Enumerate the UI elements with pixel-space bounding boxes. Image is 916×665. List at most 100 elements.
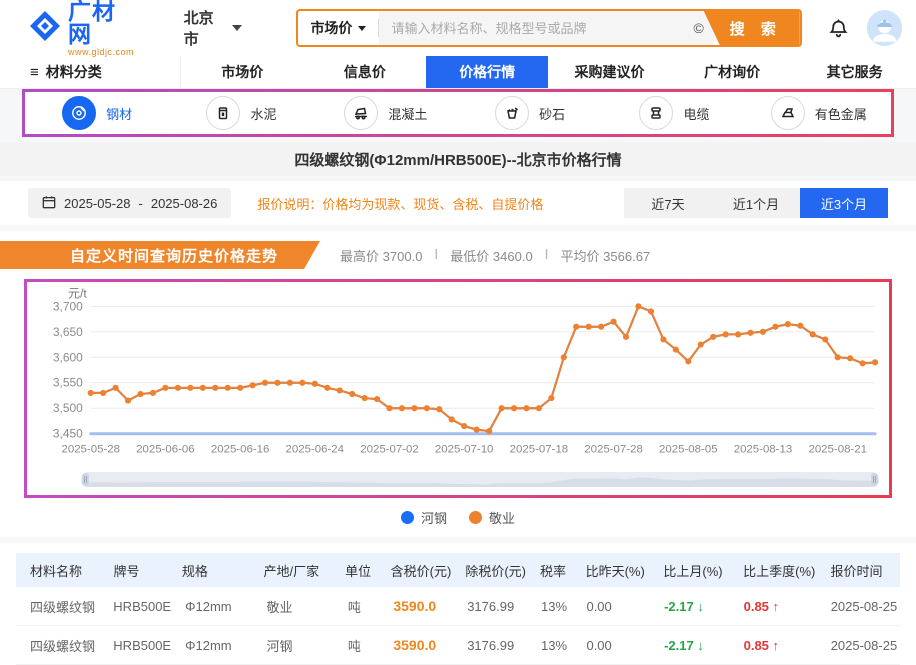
table-row[interactable]: 四级螺纹钢HRB500EΦ12mm河钢吨3590.03176.9913%0.00…	[16, 626, 900, 665]
category-concrete[interactable]: 混凝土	[314, 96, 458, 130]
user-avatar[interactable]	[867, 10, 902, 46]
svg-text:3,650: 3,650	[53, 325, 83, 339]
city-selector[interactable]: 北京市	[184, 7, 243, 49]
nav-label: 材料分类	[46, 62, 102, 82]
quote-notice: 报价说明：价格均为现款、现货、含税、自提价格	[257, 194, 543, 213]
city-label: 北京市	[184, 7, 228, 49]
table-cell-grade: HRB500E	[99, 599, 171, 614]
chevron-down-icon	[358, 26, 366, 31]
legend-item-敬业[interactable]: 敬业	[469, 508, 515, 527]
table-header-cell: 比昨天(%)	[572, 561, 650, 580]
chevron-down-icon	[232, 25, 242, 31]
range-1m-button[interactable]: 近1个月	[712, 188, 800, 218]
range-3m-button[interactable]: 近3个月	[800, 188, 888, 218]
search-category-label: 市场价	[310, 18, 352, 38]
chart-zoom-scrollbar[interactable]	[81, 472, 879, 487]
range-7d-button[interactable]: 近7天	[624, 188, 712, 218]
nav-material-category[interactable]: ≡ 材料分类	[0, 56, 181, 88]
table-header-cell: 材料名称	[16, 561, 100, 580]
table-header-cell: 产地/厂家	[249, 561, 331, 580]
table-cell-vs_yesterday: 0.00	[572, 599, 650, 614]
legend-item-河钢[interactable]: 河钢	[401, 508, 447, 527]
search-bar: 市场价 © 搜 索	[296, 9, 801, 47]
nav-label: 广材询价	[704, 62, 760, 82]
nav-market-price[interactable]: 市场价	[181, 56, 304, 88]
table-cell-date: 2025-08-25	[817, 638, 900, 653]
category-cable[interactable]: 电缆	[602, 96, 746, 130]
svg-text:3,600: 3,600	[53, 350, 83, 364]
svg-text:2025-07-18: 2025-07-18	[510, 444, 569, 456]
nav-inquiry[interactable]: 广材询价	[671, 56, 794, 88]
table-cell-notax_price: 3176.99	[453, 638, 527, 653]
nav-price-trend[interactable]: 价格行情	[426, 56, 548, 88]
search-input[interactable]	[389, 20, 685, 37]
scrollbar-left-handle[interactable]	[82, 473, 89, 486]
search-category-dropdown[interactable]: 市场价	[298, 18, 378, 38]
svg-text:2025-08-21: 2025-08-21	[808, 444, 867, 456]
high-price: 3700.0	[383, 249, 423, 264]
table-cell-name: 四级螺纹钢	[16, 636, 99, 655]
table-row[interactable]: 四级螺纹钢HRB500EΦ12mm敬业吨3590.03176.9913%0.00…	[16, 587, 900, 626]
date-end: 2025-08-26	[151, 196, 218, 211]
svg-text:元/t: 元/t	[68, 286, 87, 300]
table-cell-name: 四级螺纹钢	[16, 597, 99, 616]
category-sand[interactable]: 砂石	[458, 96, 602, 130]
custom-range-banner[interactable]: 自定义时间查询历史价格走势	[0, 241, 320, 269]
price-table: 材料名称牌号规格产地/厂家单位含税价(元)除税价(元)税率比昨天(%)比上月(%…	[16, 553, 900, 665]
table-header-cell: 税率	[526, 561, 572, 580]
table-header-cell: 单位	[331, 561, 377, 580]
table-cell-maker: 敬业	[253, 597, 334, 616]
range-toggle-group: 近7天 近1个月 近3个月	[624, 188, 888, 218]
logo-name: 广材网	[68, 0, 138, 46]
table-cell-rate: 13%	[527, 599, 572, 614]
hamburger-icon: ≡	[30, 64, 39, 81]
price-table-card: 材料名称牌号规格产地/厂家单位含税价(元)除税价(元)税率比昨天(%)比上月(%…	[0, 543, 916, 665]
price-trend-chart[interactable]: 元/t3,7003,6503,6003,5503,5003,4502025-05…	[24, 279, 892, 498]
svg-text:2025-08-13: 2025-08-13	[734, 444, 793, 456]
line-chart[interactable]: 元/t3,7003,6503,6003,5503,5003,4502025-05…	[33, 286, 883, 464]
steel-coil-icon	[62, 96, 96, 130]
table-cell-grade: HRB500E	[99, 638, 171, 653]
logo-diamond-icon	[28, 9, 62, 48]
category-cement[interactable]: 水泥	[169, 96, 313, 130]
svg-text:2025-07-28: 2025-07-28	[584, 444, 643, 456]
legend-dot	[401, 511, 414, 524]
material-category-tabs: 钢材 水泥 混凝土 砂石 电缆	[22, 89, 894, 137]
date-range-picker[interactable]: 2025-05-28 - 2025-08-26	[28, 188, 231, 218]
svg-text:2025-06-16: 2025-06-16	[211, 444, 270, 456]
nav-other-services[interactable]: 其它服务	[793, 56, 916, 88]
main-nav: ≡ 材料分类 市场价 信息价 价格行情 采购建议价 广材询价 其它服务	[0, 56, 916, 89]
price-stats: 最高价 3700.0 Ⅰ 最低价 3460.0 Ⅰ 平均价 3566.67	[340, 246, 650, 265]
table-cell-date: 2025-08-25	[817, 599, 900, 614]
site-logo[interactable]: 广材网 www.gldjc.com	[28, 0, 138, 57]
table-cell-vs_yesterday: 0.00	[572, 638, 650, 653]
svg-text:3,550: 3,550	[53, 376, 83, 390]
bell-icon[interactable]	[828, 18, 849, 39]
copyright-icon[interactable]: ©	[693, 20, 703, 36]
nav-label: 采购建议价	[574, 62, 644, 82]
scrollbar-right-handle[interactable]	[871, 473, 878, 486]
svg-text:3,700: 3,700	[53, 299, 83, 313]
metal-ingot-icon	[771, 96, 805, 130]
table-header-cell: 规格	[168, 561, 250, 580]
table-cell-spec: Φ12mm	[171, 638, 252, 653]
category-label: 有色金属	[815, 104, 867, 123]
table-cell-tax_price: 3590.0	[379, 598, 453, 614]
table-header-cell: 除税价(元)	[451, 561, 526, 580]
table-cell-vs_month: -2.17 ↓	[650, 638, 730, 653]
category-steel[interactable]: 钢材	[25, 96, 169, 130]
nav-info-price[interactable]: 信息价	[304, 56, 427, 88]
search-button[interactable]: 搜 索	[704, 11, 800, 45]
nav-purchase-suggest-price[interactable]: 采购建议价	[548, 56, 671, 88]
table-header-row: 材料名称牌号规格产地/厂家单位含税价(元)除税价(元)税率比昨天(%)比上月(%…	[16, 553, 900, 587]
category-label: 混凝土	[388, 104, 427, 123]
calendar-icon	[42, 195, 56, 212]
legend-label: 敬业	[489, 508, 515, 527]
table-cell-vs_month: -2.17 ↓	[650, 599, 730, 614]
date-start: 2025-05-28	[64, 196, 131, 211]
category-label: 钢材	[106, 104, 132, 123]
table-header-cell: 报价时间	[816, 561, 900, 580]
filter-row: 2025-05-28 - 2025-08-26 报价说明：价格均为现款、现货、含…	[0, 181, 916, 225]
category-label: 水泥	[250, 104, 276, 123]
category-nonferrous[interactable]: 有色金属	[747, 96, 891, 130]
